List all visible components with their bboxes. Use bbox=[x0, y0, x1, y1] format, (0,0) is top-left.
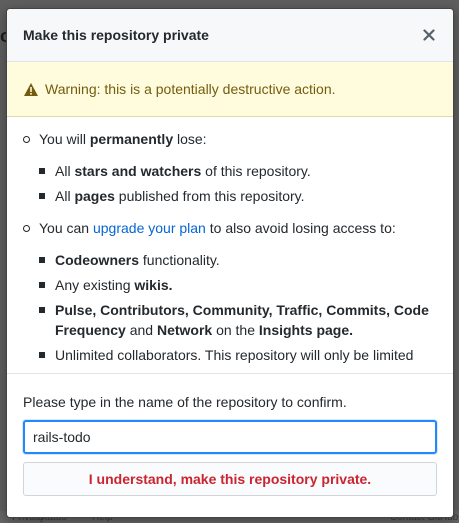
dialog-footer: Please type in the name of the repositor… bbox=[7, 373, 453, 517]
dialog-body[interactable]: You will permanently lose: All stars and… bbox=[7, 117, 453, 373]
text: to also avoid losing access to: bbox=[205, 220, 396, 236]
text: lose: bbox=[173, 131, 207, 147]
access-items: Codeowners functionality. Any existing w… bbox=[39, 250, 437, 365]
emphasis: Network bbox=[156, 322, 213, 338]
dialog-title: Make this repository private bbox=[23, 27, 209, 43]
text: You will bbox=[39, 131, 90, 147]
text: of this repository. bbox=[201, 163, 311, 179]
emphasis: permanently bbox=[89, 131, 174, 147]
list-item: You can upgrade your plan to also avoid … bbox=[23, 218, 437, 365]
repository-name-input[interactable] bbox=[23, 420, 437, 454]
text: and bbox=[125, 322, 157, 338]
emphasis: pages bbox=[74, 188, 115, 204]
text: All bbox=[55, 188, 75, 204]
list-item: Codeowners functionality. bbox=[39, 250, 437, 270]
emphasis: stars and watchers bbox=[74, 163, 202, 179]
list-item: Any existing wikis. bbox=[39, 275, 437, 295]
text: Unlimited collaborators. This repository… bbox=[55, 347, 414, 363]
consequence-list: You will permanently lose: All stars and… bbox=[23, 129, 437, 365]
alert-icon bbox=[23, 82, 39, 97]
confirm-make-private-button[interactable]: I understand, make this repository priva… bbox=[23, 462, 437, 496]
list-item: Pulse, Contributors, Community, Traffic,… bbox=[39, 300, 437, 340]
list-item: Unlimited collaborators. This repository… bbox=[39, 345, 437, 365]
list-item: All pages published from this repository… bbox=[39, 186, 437, 206]
text: on the bbox=[212, 322, 259, 338]
warning-text: Warning: this is a potentially destructi… bbox=[45, 81, 336, 97]
confirm-label: Please type in the name of the repositor… bbox=[23, 394, 347, 410]
upgrade-plan-link[interactable]: upgrade your plan bbox=[93, 220, 206, 236]
text: Any existing bbox=[55, 277, 135, 293]
emphasis: Insights page. bbox=[258, 322, 354, 338]
text: You can bbox=[39, 220, 93, 236]
warning-banner: Warning: this is a potentially destructi… bbox=[7, 62, 453, 117]
lose-items: All stars and watchers of this repositor… bbox=[39, 161, 437, 206]
list-item: All stars and watchers of this repositor… bbox=[39, 161, 437, 181]
text: functionality. bbox=[139, 252, 220, 268]
emphasis: wikis. bbox=[134, 277, 173, 293]
close-icon[interactable] bbox=[421, 27, 437, 43]
list-item: You will permanently lose: All stars and… bbox=[23, 129, 437, 206]
emphasis: Codeowners bbox=[55, 252, 140, 268]
text: All bbox=[55, 163, 75, 179]
dialog-header: Make this repository private bbox=[7, 9, 453, 62]
text: published from this repository. bbox=[114, 188, 305, 204]
make-private-dialog: Make this repository private Warning: th… bbox=[6, 8, 454, 518]
